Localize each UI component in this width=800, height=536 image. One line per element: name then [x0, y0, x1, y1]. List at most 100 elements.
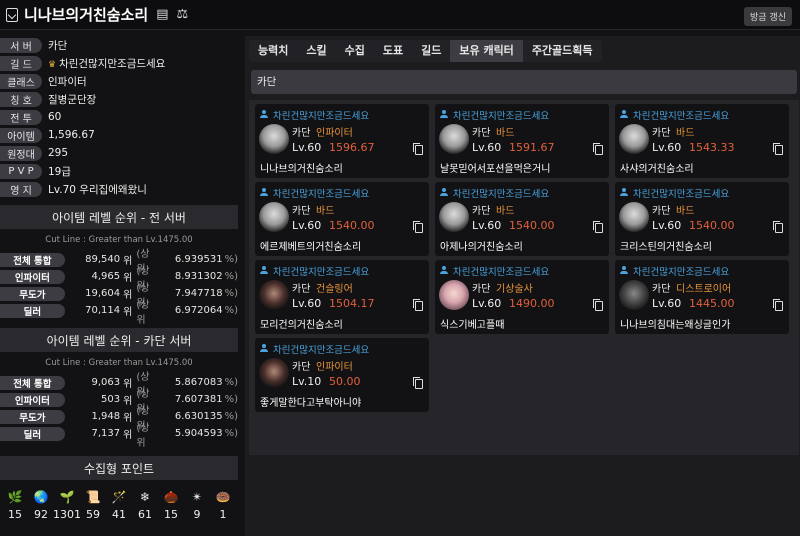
tab-item[interactable]: 주간골드획득	[523, 40, 602, 62]
rank-row: 전체 통합 9,063 위 (상위 5.867083%)	[0, 372, 238, 398]
card-character-name: 날못믿어서포션을먹은거니	[440, 164, 551, 175]
character-card[interactable]: 차린건많지만조금드세요 카단 바드 Lv.60 1540.00 아제나의거친숨소리	[435, 182, 609, 256]
character-card[interactable]: 차린건많지만조금드세요 카단 디스트로이어 Lv.60 1445.00 니나브의침대는왜싱…	[615, 260, 789, 334]
guild-member-icon	[620, 188, 630, 196]
profile-row: 전 투 60	[0, 108, 238, 126]
character-card[interactable]: 차린건많지만조금드세요 카단 건슬링어 Lv.60 1504.17 모리건의거친숨소리	[255, 260, 429, 334]
card-server: 카단	[292, 284, 311, 295]
tab-item[interactable]: 능력치	[249, 40, 297, 62]
card-class: 기상술사	[496, 284, 533, 295]
tab-item[interactable]: 스킬	[297, 40, 335, 62]
card-guild: 차린건많지만조금드세요	[273, 189, 370, 200]
rank-number: 9,063	[91, 377, 121, 388]
profile-row: 원정대 295	[0, 144, 238, 162]
collect-value: 1	[219, 508, 227, 521]
card-class: 인파이터	[316, 128, 353, 139]
rank-label: 전체 통합	[0, 252, 65, 267]
copy-icon[interactable]	[593, 299, 603, 311]
card-item-level: 1596.67	[329, 141, 375, 154]
collect-item[interactable]: 🍩 1	[211, 488, 235, 521]
profile-label: 전 투	[0, 109, 42, 125]
rank-paren-close: %)	[224, 394, 239, 405]
rank-paren-open: (상위	[136, 422, 150, 449]
rank-unit: 위	[123, 396, 133, 407]
profile-row: 아이템 1,596.67	[0, 126, 238, 144]
character-card[interactable]: 차린건많지만조금드세요 카단 바드 Lv.60 1591.67 날못믿어서포션을먹은거니	[435, 104, 609, 178]
collect-item[interactable]: 🪄 41	[107, 488, 131, 521]
character-card[interactable]: 차린건많지만조금드세요 카단 바드 Lv.60 1540.00 크리스틴의거친숨소리	[615, 182, 789, 256]
card-guild: 차린건많지만조금드세요	[633, 111, 730, 122]
collect-item[interactable]: ✴ 9	[185, 488, 209, 521]
rank-unit: 위	[123, 273, 133, 284]
crown-icon: ♛	[48, 59, 57, 70]
profile-row: 영 지 Lv.70 우리집에왜왔니	[0, 180, 238, 198]
copy-icon[interactable]	[413, 221, 423, 233]
rank-label: 딜러	[0, 303, 65, 318]
tab-item[interactable]: 보유 캐릭터	[450, 40, 523, 62]
collect-item[interactable]: 🌰 15	[159, 488, 183, 521]
rank-unit: 위	[123, 379, 133, 390]
tab-item[interactable]: 도표	[374, 40, 412, 62]
collect-item[interactable]: 📜 59	[81, 488, 105, 521]
card-item-level: 1504.17	[329, 297, 375, 310]
sea-bounty-icon: 🍩	[215, 490, 231, 504]
id-card-icon[interactable]: ▤	[156, 7, 168, 22]
rank-row: 무도가 19,604 위 (상위 7.947718%)	[0, 283, 238, 309]
profile-info: 서 버 카단 길 드 ♛ 차린건많지만조금드세요 클래스 인파이터 칭 호 질병군단장 전 투 60…	[0, 36, 238, 198]
collect-value: 92	[34, 508, 48, 521]
profile-label: 길 드	[0, 55, 42, 71]
character-card[interactable]: 차린건많지만조금드세요 카단 인파이터 Lv.10 50.00 좋게말한다고부탁아니야	[255, 338, 429, 412]
copy-icon[interactable]	[593, 221, 603, 233]
tab-item[interactable]: 수집	[336, 40, 374, 62]
card-server: 카단	[472, 284, 491, 295]
rank-number: 89,540	[85, 254, 121, 265]
rank-percent: 5.904593	[174, 428, 223, 439]
guild-member-icon	[440, 188, 450, 196]
tab-bar: 능력치 스킬 수집 도표 길드 보유 캐릭터 주간골드획득	[249, 40, 602, 62]
copy-icon[interactable]	[773, 299, 783, 311]
character-card[interactable]: 차린건많지만조금드세요 카단 인파이터 Lv.60 1596.67 니나브의거친숨소리	[255, 104, 429, 178]
bookmark-icon[interactable]	[6, 7, 18, 22]
profile-row: 칭 호 질병군단장	[0, 90, 238, 108]
copy-icon[interactable]	[773, 221, 783, 233]
collect-item[interactable]: 🌱 1301	[53, 488, 81, 521]
character-card[interactable]: 차린건많지만조금드세요 카단 기상술사 Lv.60 1490.00 식스기베고플때	[435, 260, 609, 334]
collect-item[interactable]: ❄ 61	[133, 488, 157, 521]
card-class: 바드	[496, 128, 515, 139]
rank-percent: 5.867083	[174, 377, 223, 388]
masterpiece-icon: 📜	[85, 490, 101, 504]
tab-item[interactable]: 길드	[412, 40, 450, 62]
profile-value: Lv.70 우리집에왜왔니	[48, 183, 147, 196]
card-level: Lv.60	[652, 141, 682, 154]
character-card[interactable]: 차린건많지만조금드세요 카단 바드 Lv.60 1540.00 에르제베트의거친숨소리	[255, 182, 429, 256]
collect-item[interactable]: 🌿 15	[3, 488, 27, 521]
card-class: 인파이터	[316, 362, 353, 373]
rank-label: 무도가	[0, 286, 65, 301]
card-item-level: 1540.00	[689, 219, 735, 232]
collect-value: 15	[8, 508, 22, 521]
copy-icon[interactable]	[413, 299, 423, 311]
copy-icon[interactable]	[413, 377, 423, 389]
character-avatar	[619, 202, 649, 232]
guild-member-icon	[440, 266, 450, 274]
copy-icon[interactable]	[773, 143, 783, 155]
card-class: 바드	[316, 206, 335, 217]
copy-icon[interactable]	[413, 143, 423, 155]
right-panel: 능력치 스킬 수집 도표 길드 보유 캐릭터 주간골드획득 카단 차린건많지만조금드세요 카단…	[245, 36, 800, 536]
rank-row: 딜러 7,137 위 (상위 5.904593%)	[0, 423, 238, 449]
character-avatar	[259, 202, 289, 232]
card-level: Lv.60	[652, 297, 682, 310]
card-class: 디스트로이어	[676, 284, 732, 295]
card-server: 카단	[652, 284, 671, 295]
rank-unit: 위	[123, 256, 133, 267]
card-guild: 차린건많지만조금드세요	[453, 267, 550, 278]
collect-item[interactable]: 🌏 92	[29, 488, 53, 521]
copy-icon[interactable]	[593, 143, 603, 155]
rank-percent: 6.630135	[174, 411, 223, 422]
scale-icon[interactable]: ⚖	[177, 7, 189, 22]
guild-member-icon	[440, 110, 450, 118]
character-card[interactable]: 차린건많지만조금드세요 카단 바드 Lv.60 1543.33 사샤의거친숨소리	[615, 104, 789, 178]
card-level: Lv.10	[292, 375, 322, 388]
refresh-button[interactable]: 방금 갱신	[744, 7, 792, 26]
rank-server-cutline: Cut Line : Greater than Lv.1475.00	[45, 358, 193, 368]
